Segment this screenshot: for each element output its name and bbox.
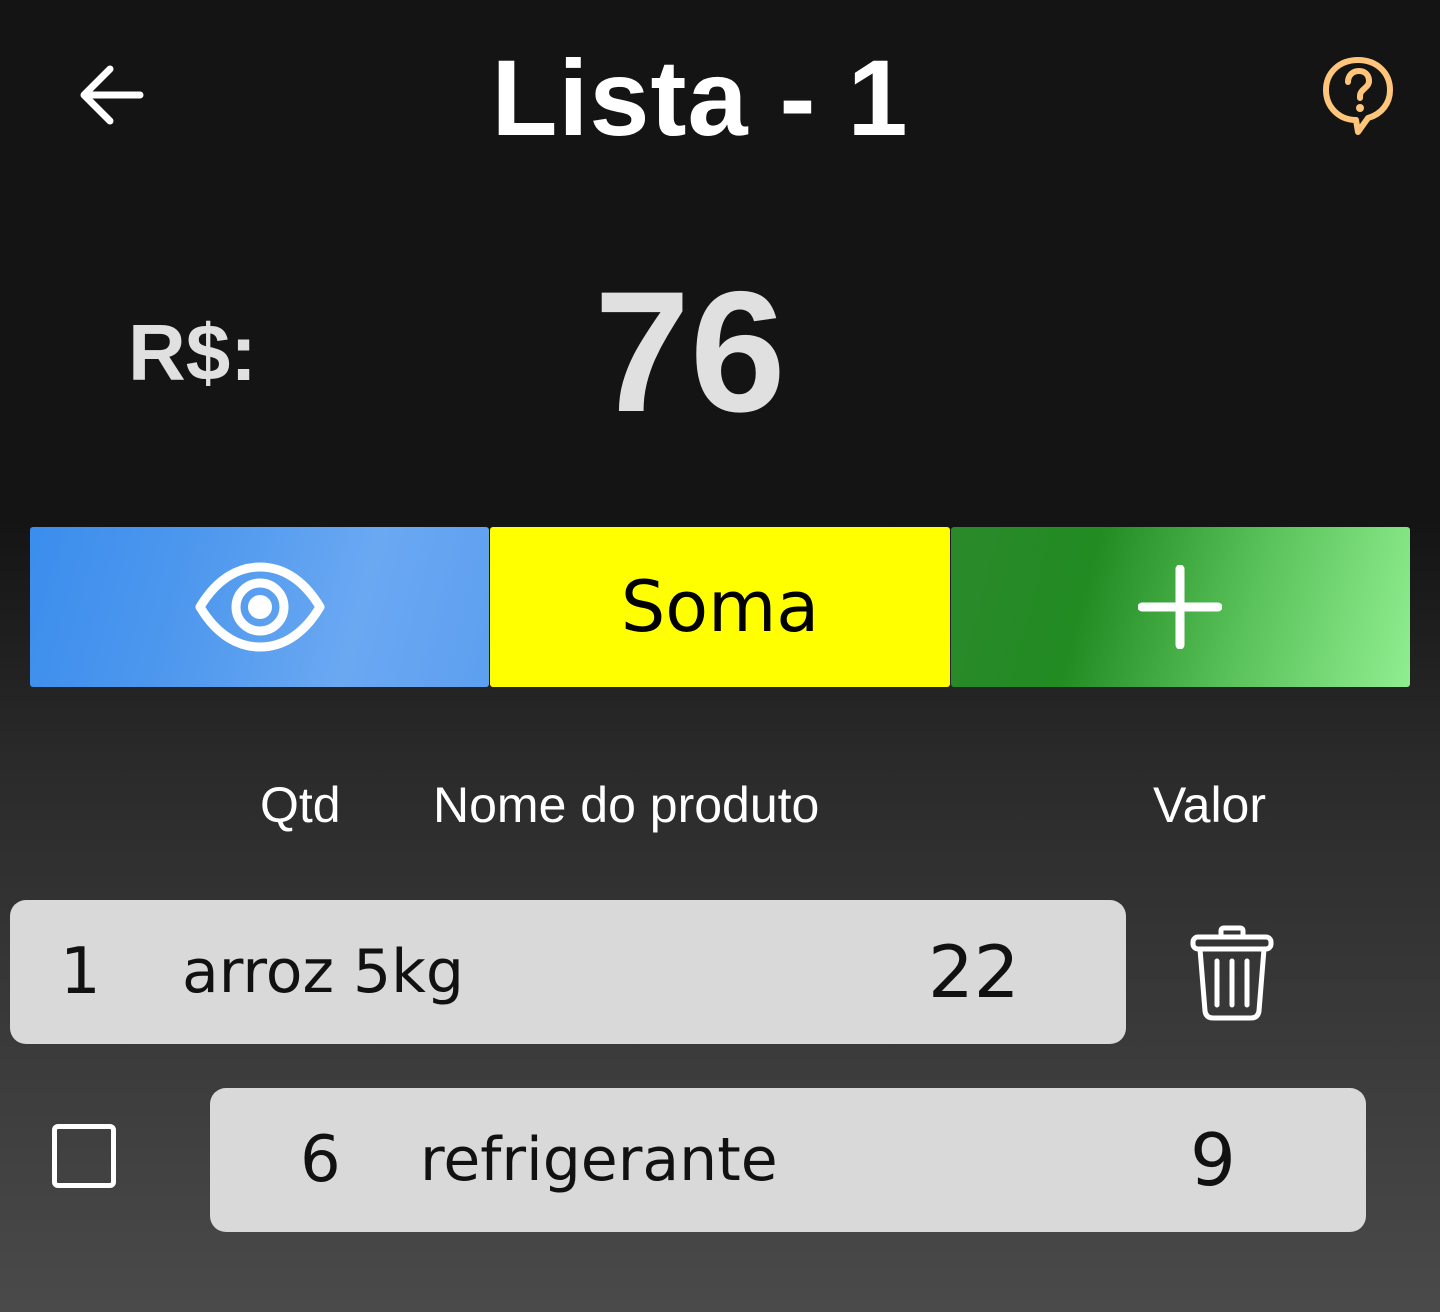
column-header-name: Nome do produto xyxy=(433,777,820,833)
item-value: 22 xyxy=(928,930,1020,1014)
delete-item-button[interactable] xyxy=(1180,918,1284,1028)
column-header-value: Valor xyxy=(1153,777,1267,833)
eye-icon xyxy=(195,562,325,652)
item-name: refrigerante xyxy=(420,1125,778,1195)
help-question-bubble-icon xyxy=(1323,57,1393,135)
column-header-qty: Qtd xyxy=(260,777,341,833)
arrow-left-icon xyxy=(80,65,144,125)
action-bar: Soma xyxy=(30,527,1410,687)
list-item[interactable]: 6 refrigerante 9 xyxy=(210,1088,1366,1232)
plus-icon xyxy=(1138,565,1223,649)
total-value: 76 xyxy=(594,256,786,448)
item-name: arroz 5kg xyxy=(182,937,465,1007)
view-button[interactable] xyxy=(30,527,490,687)
trash-icon xyxy=(1190,925,1274,1021)
sum-button[interactable]: Soma xyxy=(490,527,950,687)
back-button[interactable] xyxy=(70,55,150,135)
item-qty: 6 xyxy=(300,1123,341,1197)
help-button[interactable] xyxy=(1318,56,1398,136)
add-item-button[interactable] xyxy=(950,527,1410,687)
page-title: Lista - 1 xyxy=(491,37,909,158)
list-item[interactable]: 1 arroz 5kg 22 xyxy=(10,900,1126,1044)
item-value: 9 xyxy=(1190,1118,1236,1202)
item-qty: 1 xyxy=(60,935,101,1009)
currency-label: R$: xyxy=(128,308,257,397)
item-checkbox[interactable] xyxy=(52,1124,116,1188)
